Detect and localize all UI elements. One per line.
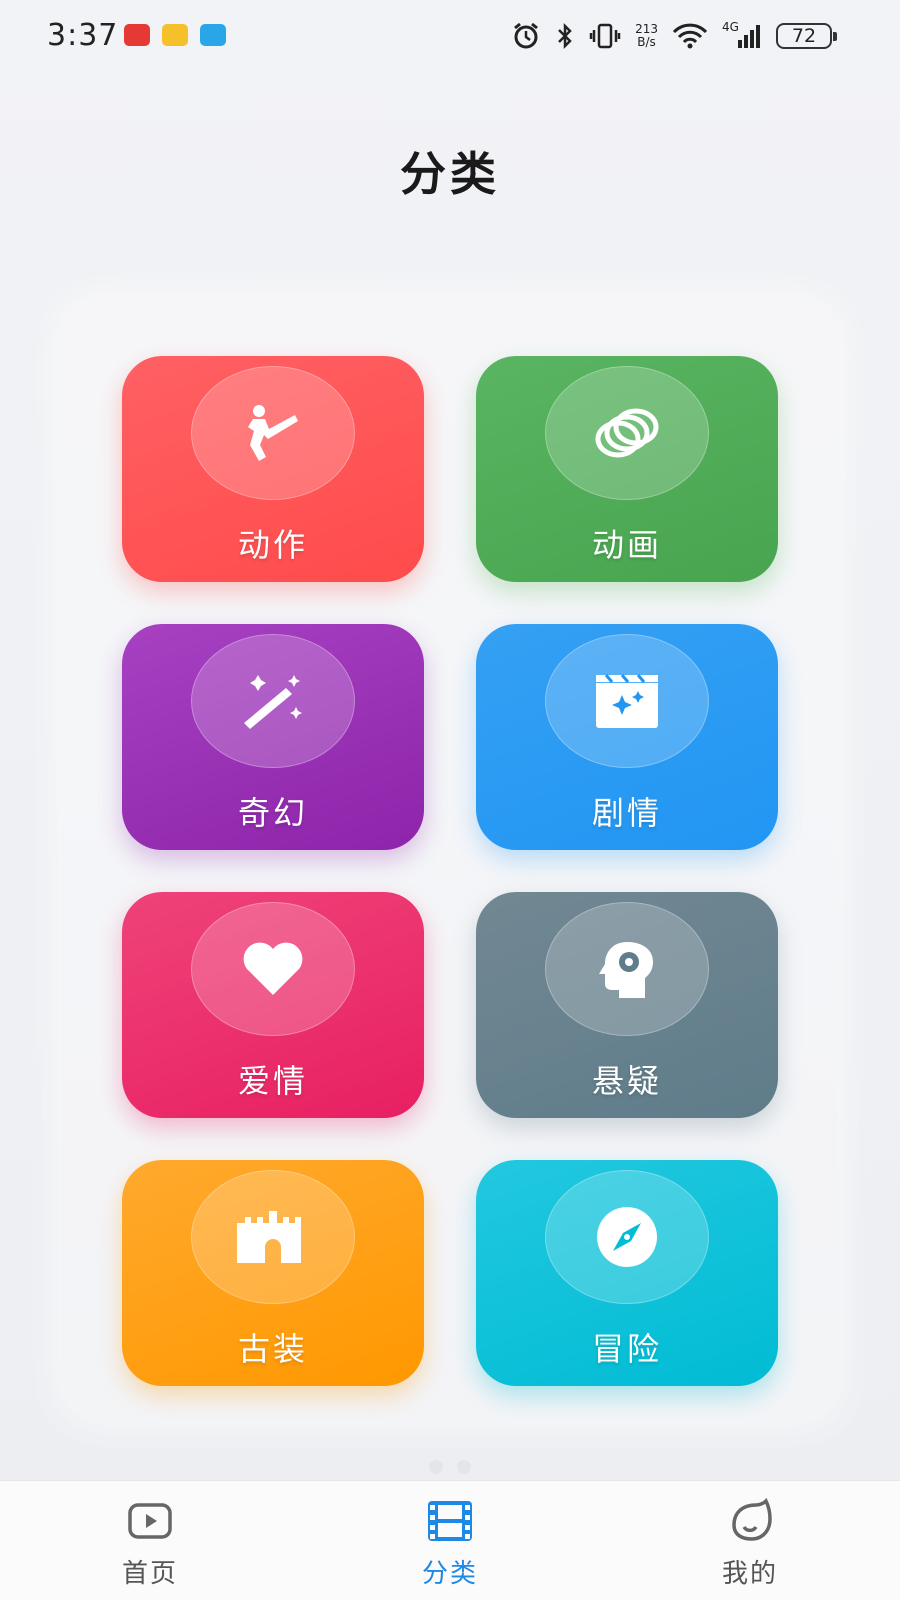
- battery-icon: 72: [776, 23, 837, 49]
- message-icon: [200, 24, 226, 46]
- vibrate-icon: [589, 23, 621, 49]
- email-icon: [162, 24, 188, 46]
- icon-bubble: [191, 1170, 355, 1304]
- icon-bubble: [545, 634, 709, 768]
- castle-icon: [237, 1211, 301, 1263]
- icon-bubble: [545, 902, 709, 1036]
- category-label: 剧情: [591, 794, 662, 832]
- category-page: 3:37 213 B/s 4G 72 分类 动作 动画 奇幻 剧情 爱情 悬疑 …: [0, 0, 900, 1600]
- wifi-icon: [672, 23, 708, 49]
- network-type: 4G: [722, 20, 739, 34]
- status-bar: 3:37 213 B/s 4G 72: [0, 0, 900, 72]
- category-label: 冒险: [591, 1330, 662, 1368]
- page-dot: [457, 1460, 471, 1474]
- icon-bubble: [191, 902, 355, 1036]
- category-label: 动作: [237, 526, 308, 564]
- category-label: 动画: [591, 526, 662, 564]
- icon-bubble: [191, 366, 355, 500]
- compass-icon: [597, 1207, 657, 1267]
- category-label: 古装: [237, 1330, 308, 1368]
- bluetooth-icon: [558, 22, 572, 50]
- category-tile-fantasy[interactable]: 奇幻: [122, 624, 424, 850]
- alarm-icon: [514, 22, 539, 49]
- icon-bubble: [545, 366, 709, 500]
- signal-icon: 4G: [722, 20, 762, 50]
- category-label: 奇幻: [237, 794, 308, 832]
- net-speed-unit: B/s: [637, 35, 656, 49]
- page-indicator: [0, 1460, 900, 1474]
- nav-item-home[interactable]: 首页: [50, 1481, 250, 1600]
- page-dot: [429, 1460, 443, 1474]
- page-title: 分类: [400, 147, 500, 201]
- martial-arts-kick-icon: [248, 405, 298, 461]
- category-tile-costume[interactable]: 古装: [122, 1160, 424, 1386]
- nav-label: 分类: [421, 1559, 478, 1589]
- category-tile-romance[interactable]: 爱情: [122, 892, 424, 1118]
- status-right-group: 213 B/s 4G 72: [511, 18, 837, 54]
- heart-icon: [243, 942, 303, 995]
- nav-label: 首页: [121, 1559, 178, 1589]
- status-time: 3:37: [47, 18, 119, 53]
- face-icon: [732, 1498, 772, 1541]
- huawei-app-icon: [124, 24, 150, 46]
- category-label: 悬疑: [591, 1062, 662, 1100]
- magic-wand-icon: [244, 675, 302, 729]
- icon-bubble: [545, 1170, 709, 1304]
- film-strip-icon: [428, 1501, 472, 1541]
- category-label: 爱情: [237, 1062, 308, 1100]
- category-tile-action[interactable]: 动作: [122, 356, 424, 582]
- category-tile-adventure[interactable]: 冒险: [476, 1160, 778, 1386]
- bottom-nav: 首页 分类 我的: [0, 1480, 900, 1600]
- nav-item-category[interactable]: 分类: [350, 1481, 550, 1600]
- play-screen-icon: [128, 1503, 172, 1539]
- brain-gear-icon: [599, 942, 653, 998]
- nav-label: 我的: [721, 1559, 778, 1589]
- clapperboard-icon: [596, 674, 658, 728]
- rings-icon: [595, 408, 659, 458]
- category-tile-animation[interactable]: 动画: [476, 356, 778, 582]
- category-tile-drama[interactable]: 剧情: [476, 624, 778, 850]
- category-tile-mystery[interactable]: 悬疑: [476, 892, 778, 1118]
- icon-bubble: [191, 634, 355, 768]
- nav-item-mine[interactable]: 我的: [650, 1481, 850, 1600]
- net-speed: 213 B/s: [635, 23, 658, 49]
